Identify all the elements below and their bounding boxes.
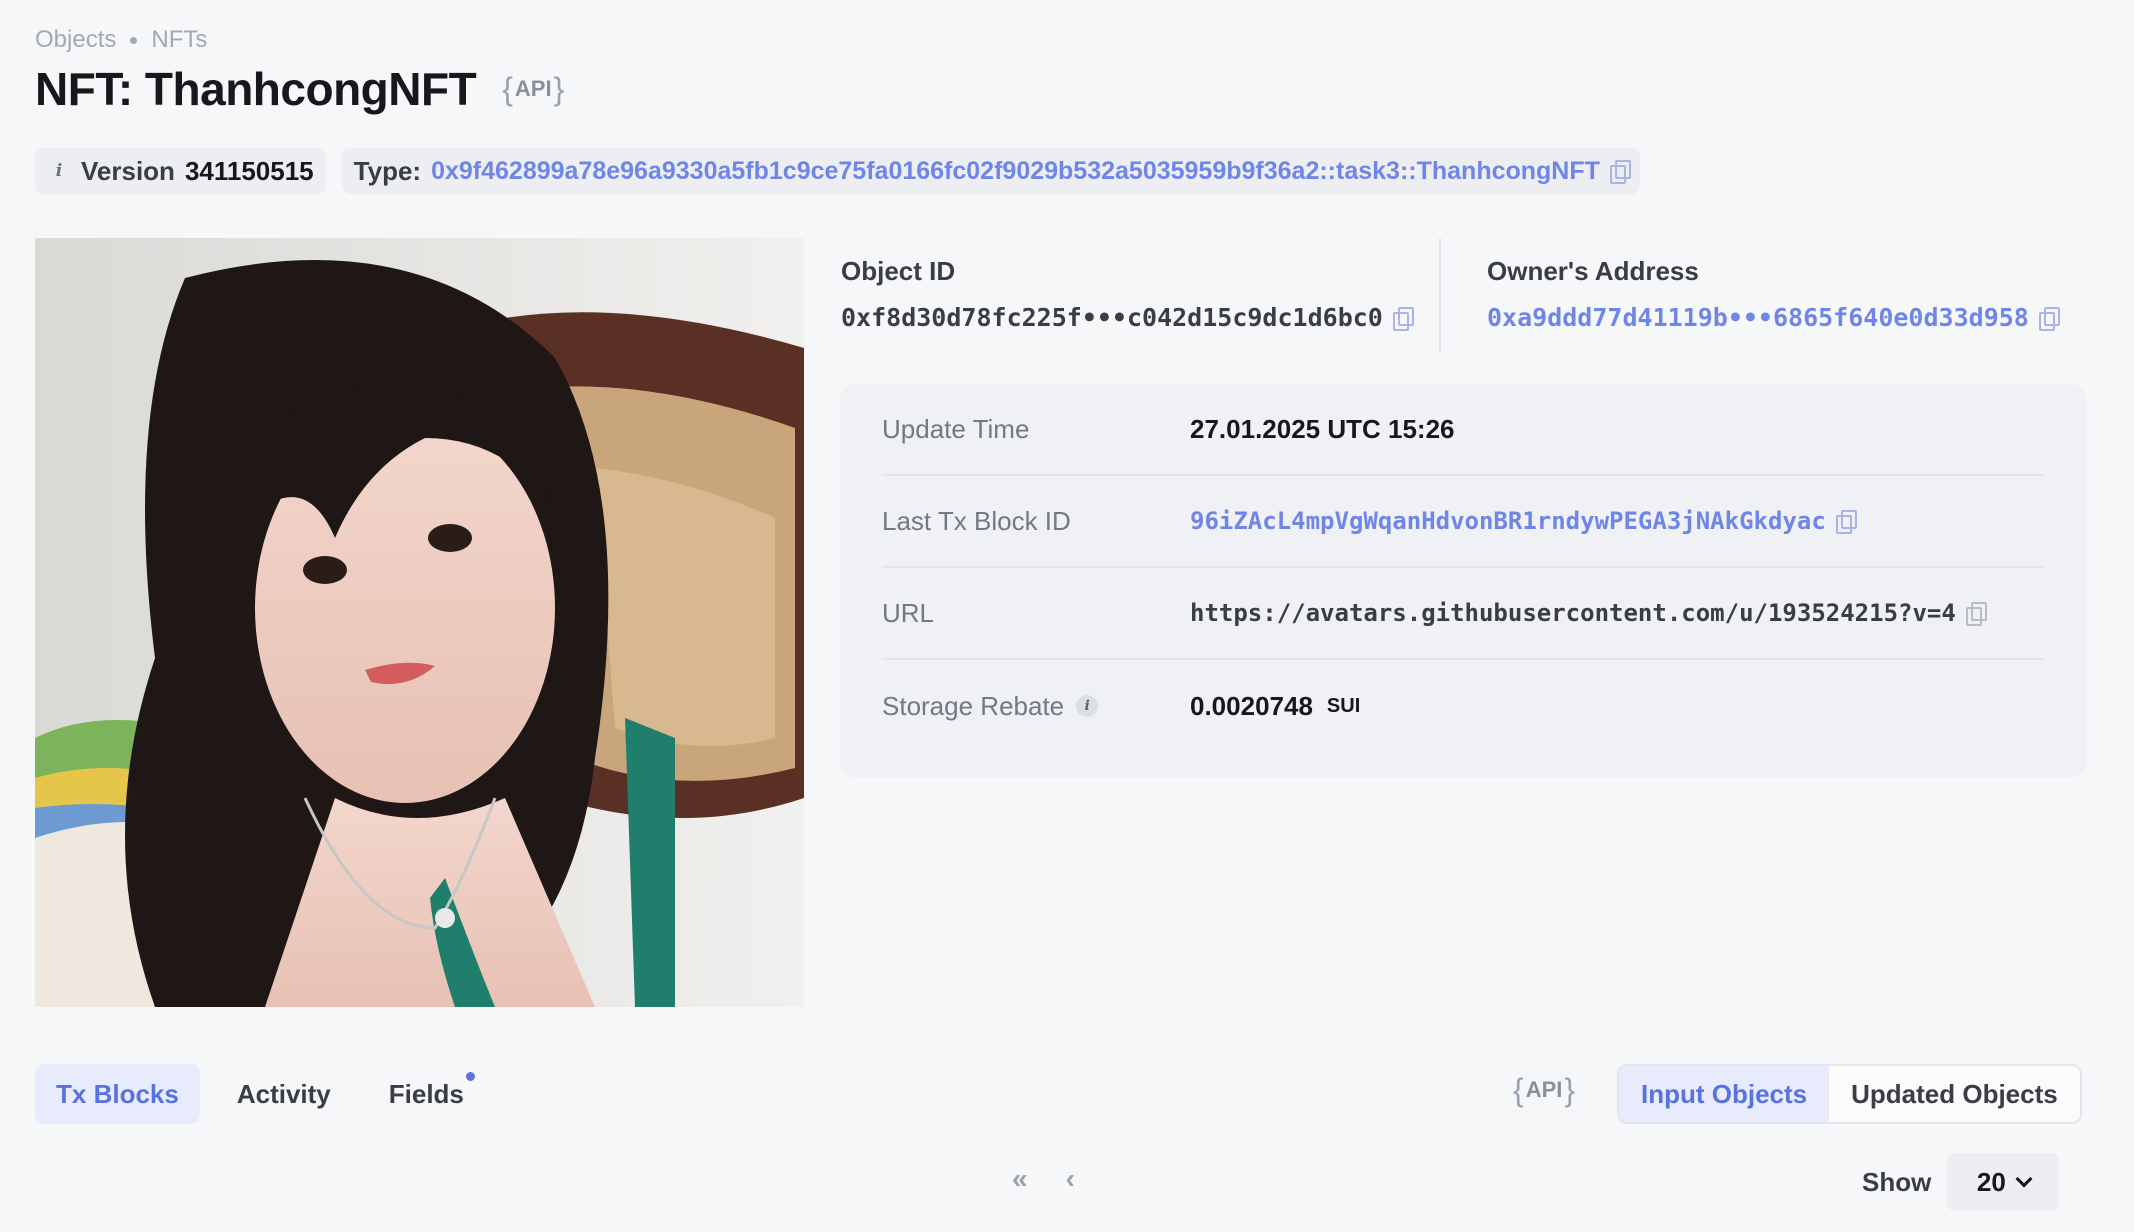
detail-key: Last Tx Block ID (882, 505, 1071, 536)
breadcrumb-nfts[interactable]: NFTs (151, 26, 207, 54)
copy-icon[interactable] (2038, 306, 2060, 331)
api-label: API (1525, 1077, 1563, 1102)
detail-row-url: URL https://avatars.githubusercontent.co… (882, 568, 2044, 660)
brace-open-icon: { (1513, 1072, 1524, 1108)
meta-chips: i Version 341150515 Type: 0x9f462899a78e… (35, 148, 1640, 194)
page-size-control: Show 20 (1862, 1153, 2060, 1211)
page-size-select[interactable]: 20 (1947, 1153, 2060, 1211)
rebate-value: 0.0020748 (1190, 690, 1313, 721)
type-link[interactable]: 0x9f462899a78e96a9330a5fb1c9ce75fa0166fc… (431, 157, 1600, 186)
owner-block: Owner's Address 0xa9ddd77d41119b•••6865f… (1487, 256, 2060, 332)
url-value: https://avatars.githubusercontent.com/u/… (1190, 599, 1956, 627)
vertical-divider (1439, 238, 1441, 352)
detail-value-row: 96iZAcL4mpVgWqanHdvonBR1rndywPEGA3jNAkGk… (1190, 507, 1857, 535)
copy-icon[interactable] (1392, 306, 1414, 331)
title-row: NFT: ThanhcongNFT { API } (35, 62, 564, 116)
tabs: Tx Blocks Activity Fields (35, 1064, 485, 1124)
breadcrumb: Objects NFTs (35, 26, 207, 54)
breadcrumb-separator (130, 36, 138, 44)
nft-image (35, 238, 804, 1007)
api-link[interactable]: { API } (502, 73, 564, 105)
api-label: API (514, 76, 552, 101)
tab-tx-blocks[interactable]: Tx Blocks (35, 1064, 200, 1124)
pagination: « ‹ (1012, 1163, 1075, 1195)
copy-icon[interactable] (1965, 602, 1987, 626)
brace-close-icon: } (1564, 1072, 1576, 1108)
version-chip: i Version 341150515 (35, 148, 326, 194)
owner-address-link[interactable]: 0xa9ddd77d41119b•••6865f640e0d33d958 (1487, 303, 2029, 332)
detail-value: 27.01.2025 UTC 15:26 (1190, 413, 1455, 444)
object-id-row: 0xf8d30d78fc225f•••c042d15c9dc1d6bc0 (841, 303, 1414, 332)
api-link[interactable]: { API } (1513, 1074, 1575, 1106)
detail-key: Storage Rebate (882, 690, 1065, 721)
tab-activity[interactable]: Activity (216, 1064, 352, 1124)
info-icon[interactable]: i (1076, 695, 1099, 717)
object-id-block: Object ID 0xf8d30d78fc225f•••c042d15c9dc… (841, 256, 1414, 332)
rebate-unit: SUI (1326, 694, 1361, 717)
brace-close-icon: } (553, 71, 565, 107)
last-tx-link[interactable]: 96iZAcL4mpVgWqanHdvonBR1rndywPEGA3jNAkGk… (1190, 507, 1826, 535)
input-objects-button[interactable]: Input Objects (1619, 1066, 1830, 1122)
object-page: Objects NFTs NFT: ThanhcongNFT { API } i… (0, 0, 2134, 1232)
detail-key-row: Storage Rebate i (882, 691, 1190, 722)
type-chip: Type: 0x9f462899a78e96a9330a5fb1c9ce75fa… (341, 148, 1640, 194)
owner-label: Owner's Address (1487, 256, 1699, 286)
info-icon[interactable]: i (47, 159, 71, 183)
notification-dot (465, 1072, 475, 1081)
details-card: Update Time 27.01.2025 UTC 15:26 Last Tx… (840, 384, 2086, 778)
detail-value-row: https://avatars.githubusercontent.com/u/… (1190, 599, 1987, 627)
updated-objects-button[interactable]: Updated Objects (1829, 1066, 2080, 1122)
tab-fields[interactable]: Fields (368, 1064, 485, 1124)
detail-row-update-time: Update Time 27.01.2025 UTC 15:26 (882, 384, 2044, 476)
tab-fields-label: Fields (388, 1078, 464, 1109)
objects-toggle: Input Objects Updated Objects (1617, 1064, 2082, 1124)
chevron-down-icon (2015, 1170, 2033, 1188)
detail-row-last-tx: Last Tx Block ID 96iZAcL4mpVgWqanHdvonBR… (882, 476, 2044, 568)
copy-icon[interactable] (1835, 510, 1857, 534)
brace-open-icon: { (502, 71, 513, 107)
object-id-value: 0xf8d30d78fc225f•••c042d15c9dc1d6bc0 (841, 303, 1383, 332)
owner-row: 0xa9ddd77d41119b•••6865f640e0d33d958 (1487, 303, 2060, 332)
page-size-value: 20 (1976, 1166, 2006, 1197)
object-id-label: Object ID (841, 256, 956, 286)
first-page-icon[interactable]: « (1012, 1163, 1028, 1195)
version-label: Version (81, 155, 175, 186)
page-title: NFT: ThanhcongNFT (35, 63, 477, 115)
breadcrumb-objects[interactable]: Objects (35, 26, 116, 54)
detail-key: URL (882, 597, 935, 628)
type-label: Type: (353, 155, 422, 186)
version-value: 341150515 (184, 155, 314, 186)
detail-value-row: 0.0020748 SUI (1190, 691, 1360, 722)
copy-icon[interactable] (1609, 160, 1631, 184)
detail-row-storage-rebate: Storage Rebate i 0.0020748 SUI (882, 660, 2044, 752)
prev-page-icon[interactable]: ‹ (1066, 1163, 1075, 1195)
detail-key: Update Time (882, 413, 1030, 444)
show-label: Show (1862, 1166, 1932, 1197)
